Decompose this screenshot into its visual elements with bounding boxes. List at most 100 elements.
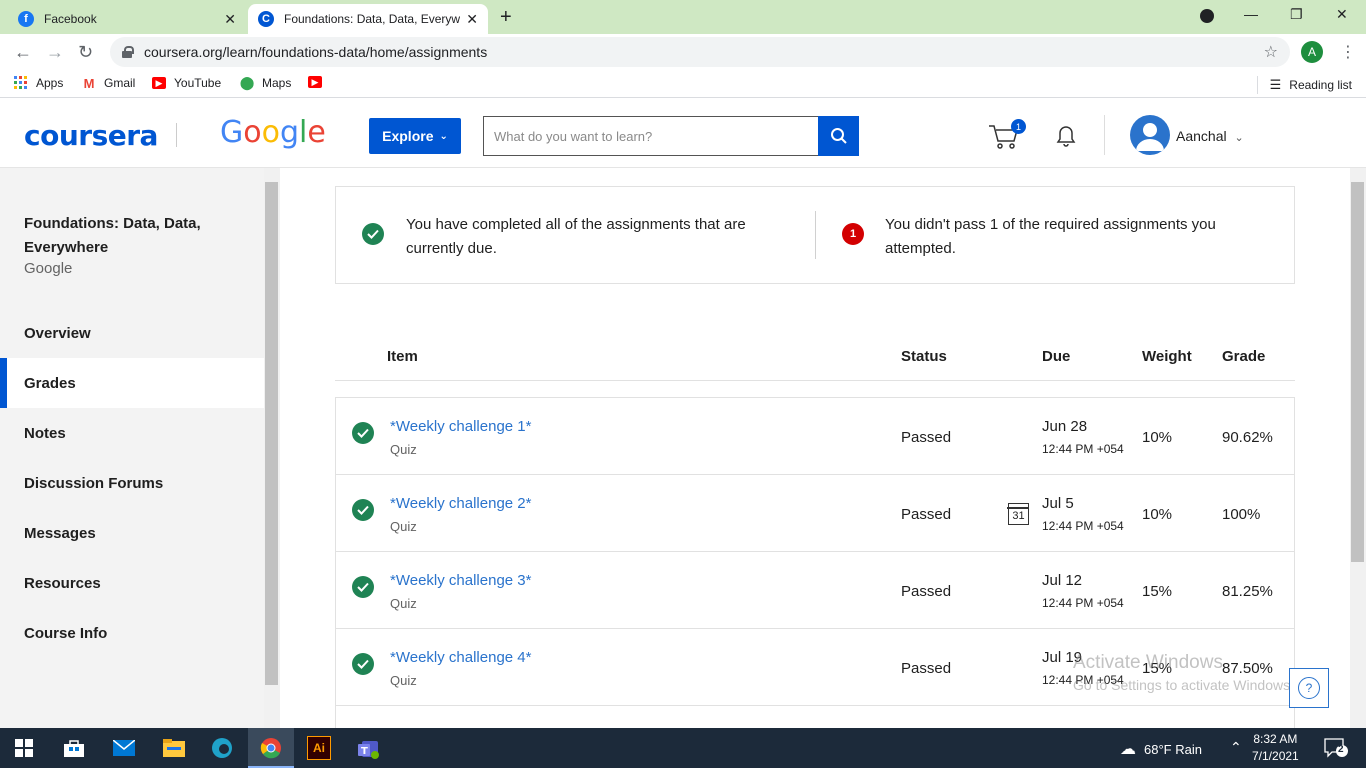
reload-icon[interactable]: ↻ bbox=[78, 42, 93, 63]
divider bbox=[815, 211, 816, 259]
file-explorer-icon[interactable] bbox=[162, 736, 186, 760]
search-input[interactable]: What do you want to learn? bbox=[483, 116, 819, 156]
assignment-type: Quiz bbox=[390, 673, 417, 688]
minimize-button[interactable]: — bbox=[1244, 6, 1258, 22]
clock-time: 8:32 AM bbox=[1253, 732, 1298, 746]
column-header-item: Item bbox=[387, 348, 418, 365]
user-avatar[interactable] bbox=[1130, 115, 1170, 155]
search-button[interactable] bbox=[818, 116, 859, 156]
bookmark-label: Maps bbox=[262, 76, 292, 90]
sidebar-item-resources[interactable]: Resources bbox=[0, 558, 264, 608]
explore-label: Explore bbox=[382, 128, 434, 144]
assignment-link[interactable]: *Weekly challenge 2* bbox=[390, 495, 531, 512]
close-tab-icon[interactable]: ✕ bbox=[224, 11, 236, 28]
browser-tab-strip: f Facebook ✕ C Foundations: Data, Data, … bbox=[0, 0, 1366, 34]
sidebar-item-course-info[interactable]: Course Info bbox=[0, 608, 264, 658]
bookmark-star-icon[interactable]: ☆ bbox=[1264, 42, 1278, 62]
tab-search-icon[interactable] bbox=[1200, 9, 1214, 23]
windows-start-icon[interactable] bbox=[12, 736, 36, 760]
weather-widget[interactable]: ☁ 68°F Rain bbox=[1120, 739, 1202, 759]
reading-list[interactable]: ☰ Reading list bbox=[1256, 76, 1352, 94]
table-row: *Weekly challenge 1* Quiz Passed Jun 28 … bbox=[336, 398, 1294, 475]
weight: 10% bbox=[1142, 506, 1173, 523]
due-time: 12:44 PM +054 bbox=[1042, 596, 1124, 610]
assignment-summary: You have completed all of the assignment… bbox=[335, 186, 1295, 284]
teams-icon[interactable]: T bbox=[357, 736, 381, 760]
rain-cloud-icon: ☁ bbox=[1120, 741, 1136, 758]
sidebar-item-overview[interactable]: Overview bbox=[0, 308, 264, 358]
help-button[interactable]: ? bbox=[1289, 668, 1329, 708]
tab-facebook[interactable]: f Facebook ✕ bbox=[8, 4, 246, 34]
bookmark-youtube[interactable]: ▶ YouTube bbox=[152, 76, 221, 90]
activation-watermark-title: Activate Windows bbox=[1073, 652, 1223, 673]
activation-watermark-subtitle: Go to Settings to activate Windows. bbox=[1073, 677, 1294, 693]
bookmark-apps[interactable]: Apps bbox=[14, 76, 63, 90]
assignment-link[interactable]: *Weekly challenge 4* bbox=[390, 649, 531, 666]
new-tab-button[interactable]: + bbox=[500, 6, 512, 29]
google-logo[interactable]: Google bbox=[220, 115, 326, 150]
clock-date: 7/1/2021 bbox=[1252, 749, 1299, 763]
bookmark-youtube-2[interactable]: ▶ bbox=[308, 76, 330, 88]
due-time: 12:44 PM +054 bbox=[1042, 442, 1124, 456]
assignment-link[interactable]: *Weekly challenge 3* bbox=[390, 572, 531, 589]
coursera-logo[interactable]: coursera bbox=[24, 119, 158, 152]
check-circle-icon bbox=[352, 576, 374, 598]
edge-icon[interactable] bbox=[210, 736, 234, 760]
reading-list-icon: ☰ bbox=[1269, 77, 1282, 92]
course-title[interactable]: Foundations: Data, Data, Everywhere bbox=[24, 212, 244, 260]
divider bbox=[1256, 76, 1258, 94]
chevron-up-icon[interactable]: ⌃ bbox=[1230, 739, 1242, 756]
status-text: Passed bbox=[901, 660, 952, 677]
tab-coursera[interactable]: C Foundations: Data, Data, Everywh ✕ bbox=[248, 4, 488, 34]
site-header: coursera Google Explore ⌄ What do you wa… bbox=[0, 99, 1366, 168]
mail-icon[interactable] bbox=[112, 736, 136, 760]
browser-toolbar: ← → ↻ coursera.org/learn/foundations-dat… bbox=[0, 34, 1366, 70]
address-bar[interactable]: coursera.org/learn/foundations-data/home… bbox=[110, 37, 1290, 67]
weather-text: 68°F Rain bbox=[1144, 741, 1202, 757]
store-icon[interactable] bbox=[62, 736, 86, 760]
assignment-link[interactable]: *Weekly challenge 1* bbox=[390, 418, 531, 435]
bookmark-maps[interactable]: ⬤ Maps bbox=[239, 75, 292, 90]
explore-button[interactable]: Explore ⌄ bbox=[369, 118, 461, 154]
lock-icon[interactable] bbox=[122, 46, 134, 58]
sidebar-item-notes[interactable]: Notes bbox=[0, 408, 264, 458]
sidebar-item-grades[interactable]: Grades bbox=[0, 358, 264, 408]
system-clock[interactable]: 8:32 AM 7/1/2021 bbox=[1252, 731, 1299, 765]
bookmarks-bar: Apps M Gmail ▶ YouTube ⬤ Maps ▶ ☰ Readin… bbox=[0, 70, 1366, 98]
grade: 90.62% bbox=[1222, 429, 1273, 446]
divider bbox=[1104, 115, 1105, 155]
assignment-type: Quiz bbox=[390, 442, 417, 457]
illustrator-icon[interactable]: Ai bbox=[307, 736, 331, 760]
sidebar-item-discussion-forums[interactable]: Discussion Forums bbox=[0, 458, 264, 508]
user-menu[interactable]: Aanchal ⌄ bbox=[1176, 128, 1244, 144]
cart-count-badge: 1 bbox=[1011, 119, 1026, 134]
sidebar-scrollbar-thumb[interactable] bbox=[265, 182, 278, 685]
reading-list-label: Reading list bbox=[1289, 78, 1352, 92]
back-icon[interactable]: ← bbox=[14, 42, 32, 63]
column-header-weight: Weight bbox=[1142, 348, 1192, 365]
calendar-icon[interactable]: 31 bbox=[1007, 503, 1029, 525]
status-text: Passed bbox=[901, 506, 952, 523]
assignment-type: Quiz bbox=[390, 519, 417, 534]
column-header-due: Due bbox=[1042, 348, 1071, 365]
weight: 15% bbox=[1142, 583, 1173, 600]
notification-center-icon[interactable]: 2 bbox=[1324, 738, 1348, 763]
close-tab-icon[interactable]: ✕ bbox=[466, 11, 478, 28]
chrome-icon[interactable] bbox=[259, 736, 283, 760]
chevron-down-icon: ⌄ bbox=[439, 130, 448, 142]
restore-button[interactable]: ❐ bbox=[1290, 6, 1303, 23]
bookmark-gmail[interactable]: M Gmail bbox=[82, 75, 136, 91]
bookmark-label: Gmail bbox=[104, 76, 136, 90]
grades-table-header: Item Status Due Weight Grade bbox=[335, 340, 1295, 381]
sidebar-item-messages[interactable]: Messages bbox=[0, 508, 264, 558]
profile-avatar[interactable]: A bbox=[1301, 41, 1323, 63]
close-window-button[interactable]: ✕ bbox=[1336, 6, 1348, 23]
browser-menu-icon[interactable]: ⋮ bbox=[1340, 42, 1356, 62]
due-time: 12:44 PM +054 bbox=[1042, 519, 1124, 533]
maps-icon: ⬤ bbox=[239, 75, 255, 90]
bell-icon[interactable] bbox=[1054, 123, 1078, 149]
forward-icon[interactable]: → bbox=[46, 42, 64, 63]
gmail-icon: M bbox=[83, 75, 95, 91]
status-text: Passed bbox=[901, 583, 952, 600]
page-scrollbar-thumb[interactable] bbox=[1351, 182, 1364, 562]
